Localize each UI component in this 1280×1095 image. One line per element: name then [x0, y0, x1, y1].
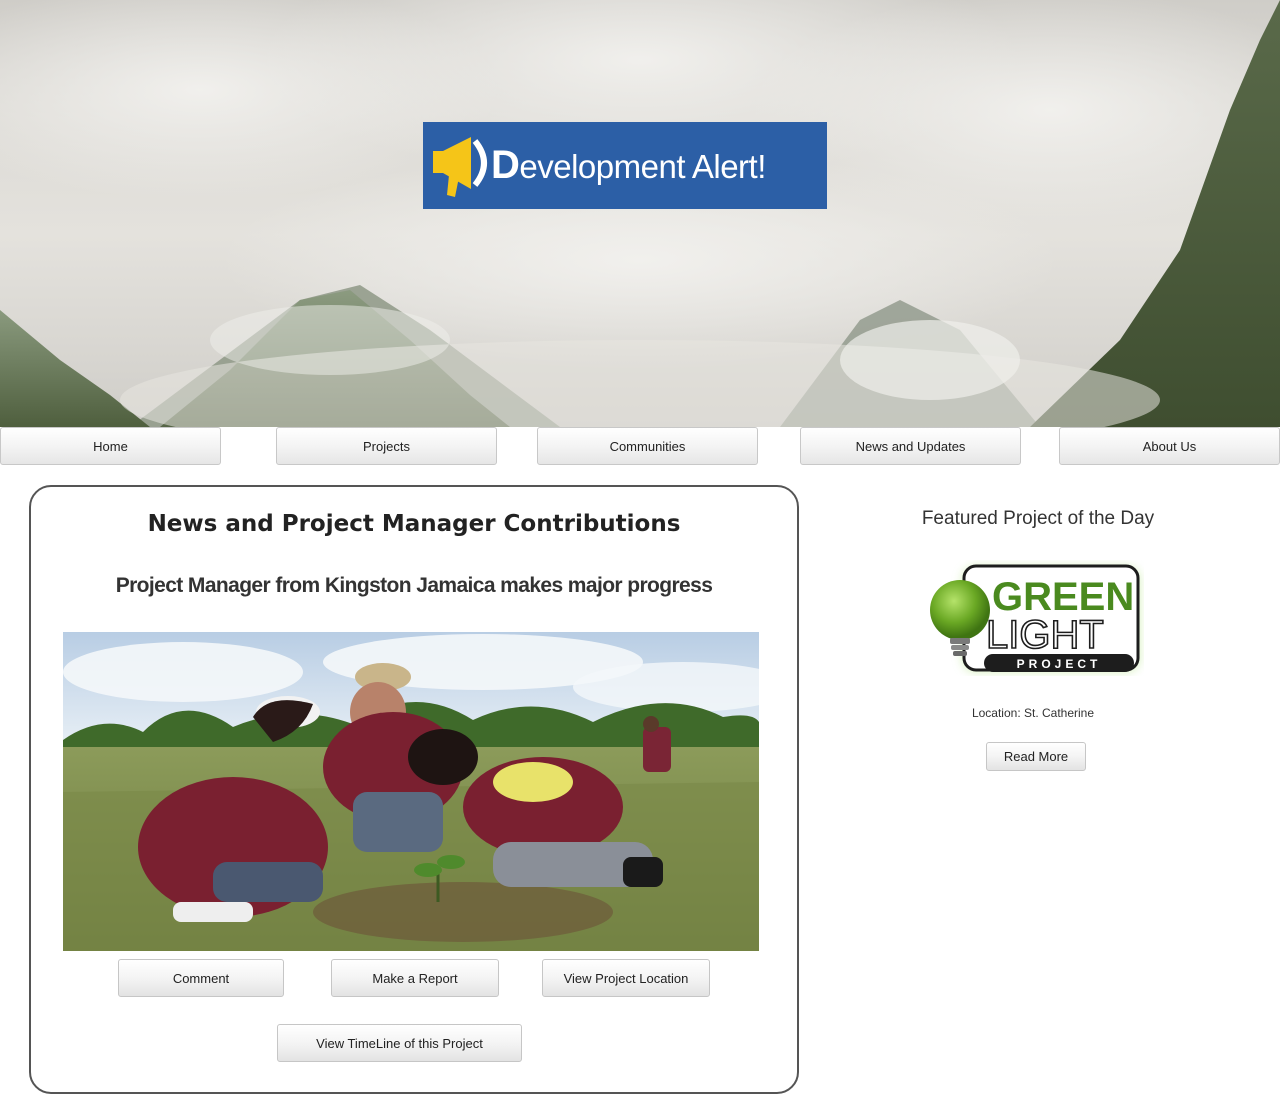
- hero-banner: Development Alert!: [0, 0, 1280, 427]
- read-more-button[interactable]: Read More: [986, 742, 1086, 771]
- view-location-button[interactable]: View Project Location: [542, 959, 710, 997]
- article-headline[interactable]: Project Manager from Kingston Jamaica ma…: [31, 574, 797, 598]
- make-report-button[interactable]: Make a Report: [331, 959, 499, 997]
- nav-news-button[interactable]: News and Updates: [800, 427, 1021, 465]
- lightbulb-icon: [930, 580, 990, 640]
- development-alert-logo[interactable]: Development Alert!: [423, 122, 827, 209]
- logo-line-project: PROJECT: [1017, 657, 1102, 671]
- project-location: Location: St. Catherine: [971, 706, 1095, 720]
- megaphone-icon: [433, 136, 487, 197]
- nav-communities-button[interactable]: Communities: [537, 427, 758, 465]
- nav-home-button[interactable]: Home: [0, 427, 221, 465]
- card-title: News and Project Manager Contributions: [147, 511, 681, 537]
- mountain-landscape-image: [0, 0, 1280, 427]
- logo-text: Development Alert!: [491, 143, 766, 187]
- green-light-project-logo[interactable]: GREEN LIGHT PROJECT: [922, 560, 1144, 676]
- featured-title: Featured Project of the Day: [921, 508, 1155, 529]
- view-timeline-button[interactable]: View TimeLine of this Project: [277, 1024, 522, 1062]
- logo-line-light: LIGHT: [986, 613, 1104, 657]
- nav-projects-button[interactable]: Projects: [276, 427, 497, 465]
- tree-planting-photo: [63, 632, 759, 951]
- nav-about-button[interactable]: About Us: [1059, 427, 1280, 465]
- comment-button[interactable]: Comment: [118, 959, 284, 997]
- main-navigation: Home Projects Communities News and Updat…: [0, 427, 1280, 465]
- news-card: News and Project Manager Contributions P…: [29, 485, 799, 1094]
